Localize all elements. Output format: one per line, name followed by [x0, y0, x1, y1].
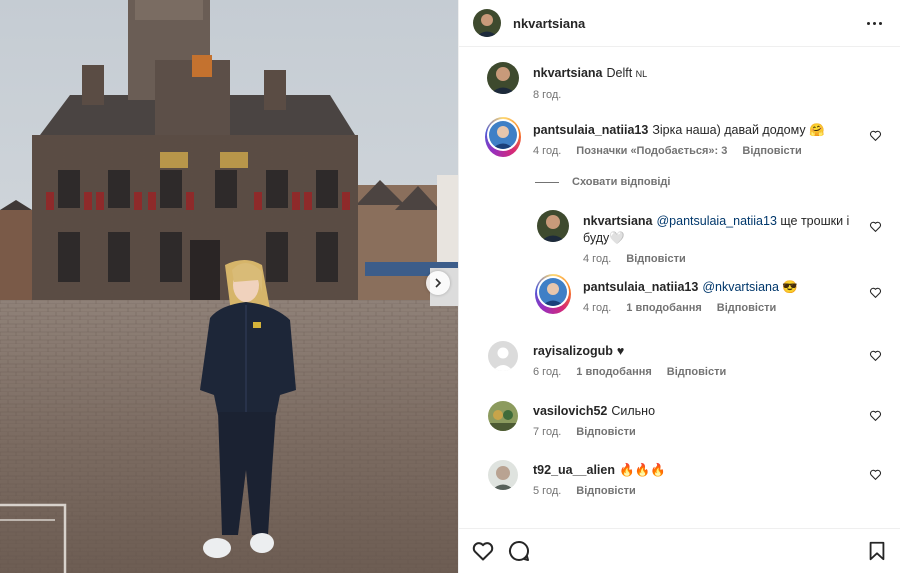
- comment-time: 6 год.: [533, 366, 562, 378]
- reply-text: 😎: [778, 280, 798, 294]
- reply-button[interactable]: Відповісти: [626, 253, 685, 265]
- chevron-right-icon: [435, 278, 442, 288]
- photo-city-hall-square: [0, 0, 458, 573]
- caption-avatar[interactable]: [487, 62, 519, 94]
- reply-likes[interactable]: 1 вподобання: [626, 302, 701, 314]
- next-photo-button[interactable]: [426, 271, 450, 295]
- comment-item: rayisalizogub ♥ 6 год. 1 вподобання Відпо…: [459, 341, 900, 378]
- heart-icon[interactable]: [869, 129, 882, 142]
- comment-text: Зірка наша) давай додому 🤗: [652, 123, 825, 137]
- reply-button[interactable]: Відповісти: [667, 366, 726, 378]
- reply-button[interactable]: Відповісти: [576, 426, 635, 438]
- reply-time: 4 год.: [583, 302, 612, 314]
- reply-username[interactable]: pantsulaia_natiia13: [583, 280, 698, 294]
- reply-button[interactable]: Відповісти: [576, 485, 635, 497]
- more-options-icon[interactable]: [863, 18, 886, 29]
- author-username[interactable]: nkvartsiana: [513, 16, 585, 31]
- reply-item: nkvartsiana @pantsulaia_natiia13 ще трошк…: [459, 210, 900, 265]
- hide-replies-label: Сховати відповіді: [572, 176, 671, 188]
- comment-icon[interactable]: [507, 539, 531, 563]
- comment-text: Сильно: [611, 404, 656, 418]
- commenter-avatar[interactable]: [488, 460, 518, 490]
- caption: nkvartsiana Delft NL 8 год.: [459, 62, 900, 101]
- heart-icon[interactable]: [869, 468, 882, 481]
- story-ring[interactable]: [485, 117, 521, 157]
- caption-country: NL: [635, 69, 648, 79]
- comment-text: ♥: [616, 344, 625, 358]
- reply-avatar: [539, 278, 567, 306]
- reply-mention[interactable]: @pantsulaia_natiia13: [656, 214, 776, 228]
- author-avatar[interactable]: [473, 9, 501, 37]
- reply-mention[interactable]: @nkvartsiana: [702, 280, 779, 294]
- reply-username[interactable]: nkvartsiana: [583, 214, 652, 228]
- heart-icon[interactable]: [869, 349, 882, 362]
- comment-time: 4 год.: [533, 145, 562, 157]
- story-ring[interactable]: [535, 274, 571, 314]
- comment-text: 🔥🔥🔥: [619, 463, 666, 477]
- caption-username[interactable]: nkvartsiana: [533, 66, 602, 80]
- divider-line: [535, 181, 559, 183]
- comment-time: 5 год.: [533, 485, 562, 497]
- comment-username[interactable]: pantsulaia_natiia13: [533, 123, 648, 137]
- comment-username[interactable]: t92_ua__alien: [533, 463, 615, 477]
- post-header: nkvartsiana: [459, 0, 900, 47]
- comment-username[interactable]: rayisalizogub: [533, 344, 613, 358]
- default-avatar[interactable]: [488, 341, 518, 371]
- commenter-avatar[interactable]: [488, 401, 518, 431]
- post-photo[interactable]: [0, 0, 458, 573]
- heart-icon[interactable]: [471, 539, 495, 563]
- caption-time: 8 год.: [533, 89, 562, 101]
- hide-replies-button[interactable]: Сховати відповіді: [535, 176, 670, 188]
- heart-icon[interactable]: [869, 286, 882, 299]
- comment-time: 7 год.: [533, 426, 562, 438]
- reply-time: 4 год.: [583, 253, 612, 265]
- comment-item: vasilovich52 Сильно 7 год. Відповісти: [459, 401, 900, 438]
- comment-likes[interactable]: 1 вподобання: [576, 366, 651, 378]
- caption-text: Delft: [606, 66, 633, 80]
- reply-button[interactable]: Відповісти: [742, 145, 801, 157]
- post-side-panel: nkvartsiana nkvartsiana Delft NL 8 год. p…: [458, 0, 900, 573]
- reply-avatar[interactable]: [537, 210, 569, 242]
- reply-button[interactable]: Відповісти: [717, 302, 776, 314]
- bookmark-icon[interactable]: [866, 540, 888, 562]
- comment-username[interactable]: vasilovich52: [533, 404, 607, 418]
- commenter-avatar: [489, 121, 517, 149]
- comment-item: t92_ua__alien 🔥🔥🔥 5 год. Відповісти: [459, 460, 900, 497]
- post-action-bar: [459, 528, 900, 573]
- heart-icon[interactable]: [869, 220, 882, 233]
- heart-icon[interactable]: [869, 409, 882, 422]
- comment-likes[interactable]: Позначки «Подобається»: 3: [576, 145, 727, 157]
- comment-item: pantsulaia_natiia13 Зірка наша) давай дод…: [459, 117, 900, 157]
- reply-item: pantsulaia_natiia13 @nkvartsiana 😎 4 год.…: [459, 274, 900, 314]
